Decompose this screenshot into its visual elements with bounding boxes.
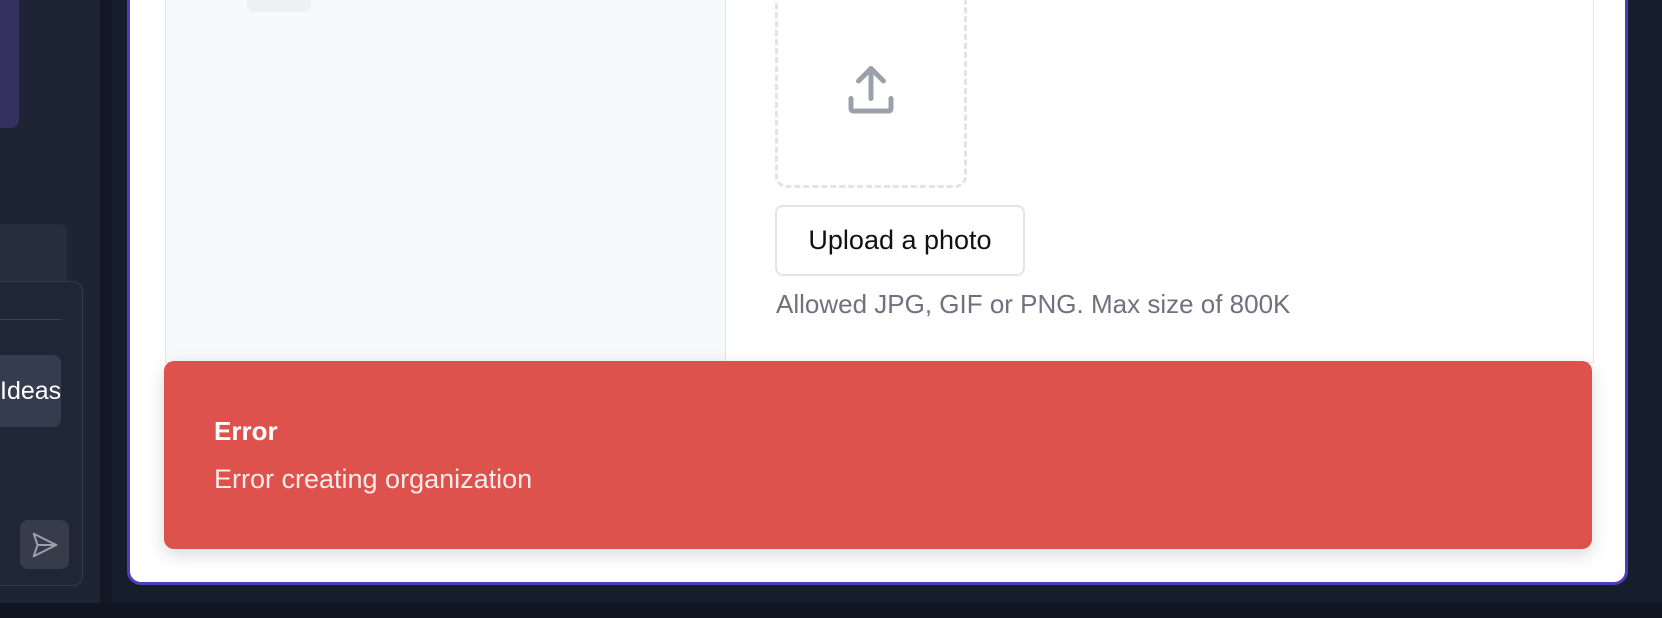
upload-photo-button[interactable]: Upload a photo: [775, 205, 1025, 276]
send-icon: [32, 532, 57, 557]
ideas-chip-label: Ideas: [0, 377, 61, 405]
photo-upload-dropzone[interactable]: [775, 0, 967, 188]
divider: [0, 319, 61, 320]
frame-divider: [100, 0, 112, 603]
bottom-bar: [0, 603, 1662, 618]
sidebar-tab[interactable]: [0, 224, 67, 284]
toast-title: Error: [214, 416, 278, 446]
toast-message: Error creating organization: [214, 464, 533, 494]
chat-input-panel: Ideas: [0, 281, 83, 586]
ideas-chip[interactable]: Ideas: [0, 355, 61, 427]
app-root: Ideas Upload a photo Allowed JPG, GIF or…: [0, 0, 1662, 618]
section-badge: [247, 0, 311, 12]
chat-sidebar: Ideas: [0, 0, 100, 603]
form-card: Upload a photo Allowed JPG, GIF or PNG. …: [165, 0, 1594, 363]
send-button[interactable]: [20, 520, 69, 569]
form-section-description: [166, 0, 726, 362]
error-toast[interactable]: Error Error creating organization: [164, 361, 1592, 549]
upload-icon: [848, 66, 894, 114]
sidebar-card[interactable]: [0, 0, 19, 128]
upload-hint-text: Allowed JPG, GIF or PNG. Max size of 800…: [776, 289, 1291, 319]
